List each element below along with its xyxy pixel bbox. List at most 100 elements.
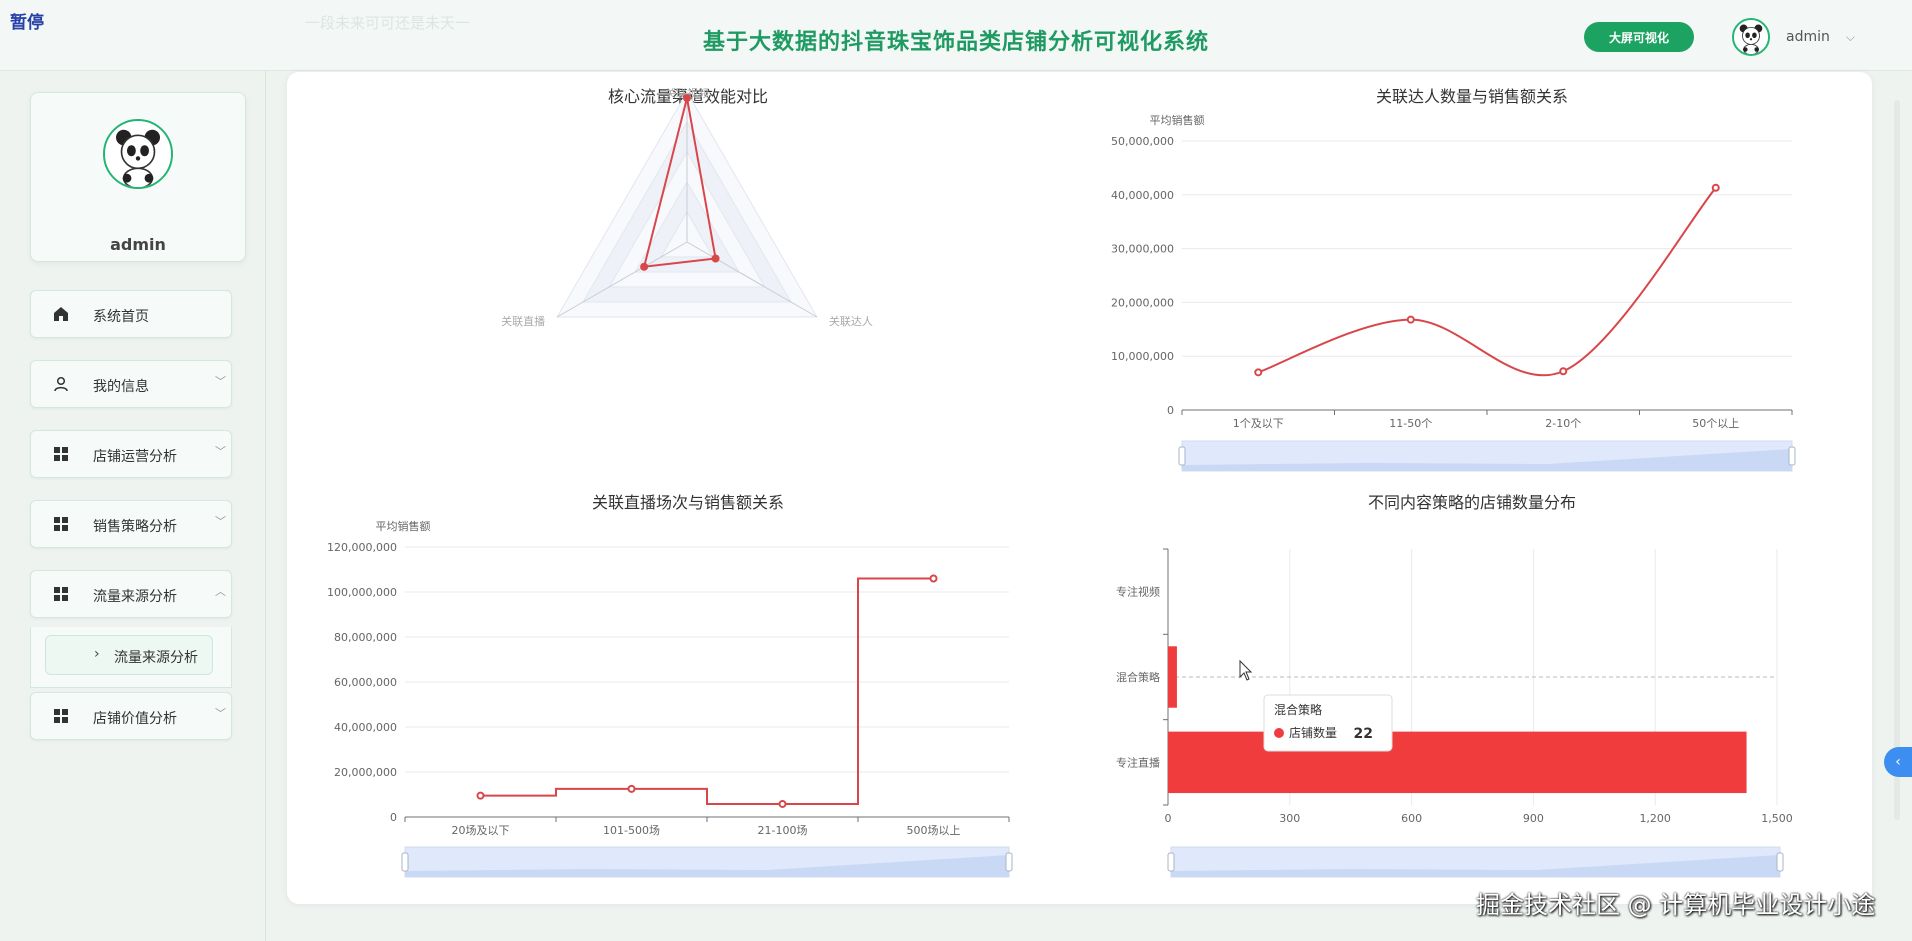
- avatar[interactable]: [1732, 18, 1770, 56]
- datazoom-slider[interactable]: [401, 846, 1013, 878]
- chevron-down-icon: ﹀: [215, 445, 226, 458]
- user-icon: [54, 376, 68, 392]
- y-tick-label: 30,000,000: [1111, 243, 1174, 256]
- radar-chart: 核心流量渠道效能对比关联视频关联达人关联直播: [501, 86, 873, 328]
- panda-avatar-icon: [105, 121, 171, 187]
- radar-point[interactable]: [711, 254, 720, 263]
- datazoom-handle-left[interactable]: [401, 852, 409, 872]
- x-tick-label: 2-10个: [1545, 417, 1581, 430]
- data-point[interactable]: [1559, 367, 1568, 376]
- chevron-right-icon: ›: [94, 646, 100, 662]
- tooltip: 混合策略店铺数量 22: [1263, 694, 1393, 752]
- live-sessions-step-chart: 关联直播场次与销售额关系平均销售额 0 20,000,000 40,000,000 60…: [327, 493, 1013, 878]
- sidebar-item-label: 我的信息: [93, 379, 149, 395]
- grid-icon: [54, 587, 68, 601]
- chevron-down-icon: ﹀: [215, 375, 226, 388]
- sidebar-item-label: 店铺价值分析: [93, 711, 177, 727]
- datazoom-handle-left[interactable]: [1167, 852, 1175, 872]
- sidebar: admin 系统首页 我的信息 ﹀ 店铺运营分析 ﹀ 销售策略分析 ﹀ 流量来源…: [10, 70, 266, 941]
- x-tick-label: 300: [1279, 812, 1300, 825]
- user-menu[interactable]: admin ⌵: [1732, 17, 1855, 57]
- x-tick-label: 101-500场: [603, 823, 660, 837]
- watermark: 掘金技术社区 @ 计算机毕业设计小途: [1476, 891, 1876, 919]
- chart-title: 关联直播场次与销售额关系: [592, 493, 784, 512]
- data-point[interactable]: [1254, 368, 1263, 377]
- chevron-up-icon: ︿: [215, 585, 226, 598]
- sidebar-item-traffic-source[interactable]: 流量来源分析 ︿: [30, 570, 232, 618]
- radar-point[interactable]: [640, 262, 649, 271]
- y-tick-label: 0: [1167, 404, 1174, 417]
- chart-title: 关联达人数量与销售额关系: [1376, 87, 1568, 106]
- data-point[interactable]: [1711, 183, 1720, 192]
- series-line: [1257, 187, 1717, 377]
- sidebar-item-label: 系统首页: [93, 309, 149, 325]
- bigscreen-button[interactable]: 大屏可视化: [1584, 22, 1694, 52]
- y-axis-name: 平均销售额: [376, 519, 431, 533]
- data-point[interactable]: [476, 791, 485, 800]
- chevron-down-icon: ﹀: [215, 515, 226, 528]
- sidebar-item-label: 店铺运营分析: [93, 449, 177, 465]
- data-point[interactable]: [627, 784, 636, 793]
- content-strategy-bar-chart: 不同内容策略的店铺数量分布 0 300 600 900 1,200 1,500 专注直播 混合策…: [1116, 493, 1793, 878]
- grid-icon: [54, 709, 68, 723]
- data-point[interactable]: [929, 574, 938, 583]
- sidebar-item-my-info[interactable]: 我的信息 ﹀: [30, 360, 232, 408]
- submenu: › 流量来源分析: [30, 627, 232, 688]
- datazoom-slider[interactable]: [1167, 846, 1784, 878]
- submenu-item-label: 流量来源分析: [114, 650, 198, 666]
- radar-indicator-label: 关联直播: [501, 314, 545, 328]
- talent-count-line-chart: 关联达人数量与销售额关系平均销售额 0 10,000,000 20,000,000 30…: [1111, 87, 1796, 472]
- grid-icon: [54, 447, 68, 461]
- sidebar-item-store-ops[interactable]: 店铺运营分析 ﹀: [30, 430, 232, 478]
- tooltip-title: 混合策略: [1274, 702, 1322, 717]
- chevron-down-icon: ﹀: [215, 707, 226, 720]
- y-tick-label: 专注视频: [1116, 585, 1160, 599]
- y-tick-label: 40,000,000: [334, 721, 397, 734]
- profile-name: admin: [110, 235, 166, 254]
- chevron-left-icon[interactable]: ‹: [1884, 747, 1912, 777]
- x-tick-label: 21-100场: [758, 823, 808, 837]
- radar-point[interactable]: [683, 94, 691, 102]
- x-tick-label: 0: [1165, 812, 1172, 825]
- datazoom-handle-right[interactable]: [1788, 446, 1796, 466]
- y-tick-label: 100,000,000: [327, 586, 397, 599]
- bar[interactable]: [1168, 646, 1177, 708]
- y-tick-label: 混合策略: [1116, 670, 1160, 684]
- tooltip-label: 店铺数量: [1289, 725, 1337, 740]
- datazoom-slider[interactable]: [1178, 440, 1796, 472]
- series-line: [480, 577, 934, 805]
- submenu-item-traffic-source[interactable]: › 流量来源分析: [45, 635, 213, 675]
- y-tick-label: 40,000,000: [1111, 189, 1174, 202]
- bar[interactable]: [1168, 731, 1747, 794]
- x-tick-label: 1个及以下: [1233, 417, 1284, 430]
- profile-avatar: [103, 119, 173, 189]
- x-tick-label: 1,500: [1761, 812, 1793, 825]
- x-tick-label: 500场以上: [907, 823, 961, 837]
- y-tick-label: 10,000,000: [1111, 350, 1174, 363]
- chevron-down-icon[interactable]: ⌵: [1846, 30, 1855, 45]
- datazoom-handle-right[interactable]: [1776, 852, 1784, 872]
- data-point[interactable]: [778, 799, 787, 808]
- sidebar-item-store-value[interactable]: 店铺价值分析 ﹀: [30, 692, 232, 740]
- y-tick-label: 20,000,000: [334, 766, 397, 779]
- data-point[interactable]: [1406, 315, 1415, 324]
- datazoom-handle-left[interactable]: [1178, 446, 1186, 466]
- sidebar-item-sales-strategy[interactable]: 销售策略分析 ﹀: [30, 500, 232, 548]
- sidebar-item-label: 流量来源分析: [93, 589, 177, 605]
- datazoom-handle-right[interactable]: [1005, 852, 1013, 872]
- scrollbar[interactable]: [1894, 100, 1900, 820]
- tooltip-marker: [1274, 728, 1284, 738]
- y-tick-label: 50,000,000: [1111, 135, 1174, 148]
- x-tick-label: 600: [1401, 812, 1422, 825]
- sidebar-item-home[interactable]: 系统首页: [30, 290, 232, 338]
- home-icon: [54, 307, 68, 321]
- y-tick-label: 120,000,000: [327, 541, 397, 554]
- panda-avatar-icon: [1734, 20, 1768, 54]
- username[interactable]: admin: [1786, 29, 1830, 45]
- chart-title: 不同内容策略的店铺数量分布: [1368, 493, 1576, 512]
- x-tick-label: 50个以上: [1692, 417, 1739, 430]
- main-panel: 核心流量渠道效能对比关联视频关联达人关联直播关联达人数量与销售额关系平均销售额0…: [287, 72, 1872, 904]
- charts-canvas: 核心流量渠道效能对比关联视频关联达人关联直播关联达人数量与销售额关系平均销售额0…: [327, 86, 1796, 878]
- radar-indicator-label: 关联达人: [829, 314, 873, 328]
- sidebar-item-label: 销售策略分析: [93, 519, 177, 535]
